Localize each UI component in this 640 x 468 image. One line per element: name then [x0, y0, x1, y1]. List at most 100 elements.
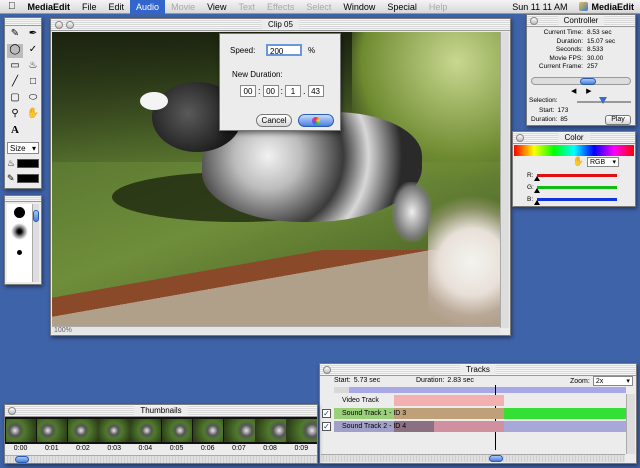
lasso-tool-icon[interactable]: ◯	[7, 44, 23, 58]
controller-scrubber[interactable]	[531, 77, 631, 85]
channel-thumb-icon[interactable]	[534, 199, 540, 205]
thumbnail-frame[interactable]	[5, 419, 37, 442]
fill-color-swatch[interactable]	[17, 159, 39, 168]
menu-view[interactable]: View	[201, 0, 232, 14]
thumbnail-frame[interactable]	[255, 419, 286, 442]
close-box-icon[interactable]	[323, 366, 331, 374]
duration-minutes[interactable]: 00	[262, 85, 279, 97]
oval-tool-icon[interactable]: ⬭	[25, 92, 41, 106]
selection-thumb-icon[interactable]	[599, 97, 607, 104]
eraser-tool-icon[interactable]: ▭	[7, 60, 23, 74]
track-enable-checkbox[interactable]: ✓	[322, 408, 331, 418]
thumbnail-frame[interactable]	[286, 419, 317, 442]
text-tool-icon[interactable]: A	[7, 124, 23, 138]
thumbnail-frame[interactable]	[67, 419, 99, 442]
duration-seconds[interactable]: 1	[285, 85, 302, 97]
menu-file[interactable]: File	[76, 0, 103, 14]
tracks-titlebar[interactable]: Tracks	[320, 364, 636, 376]
rounded-rect-tool-icon[interactable]: ▢	[7, 92, 23, 106]
thumbnails-scroll-thumb[interactable]	[15, 456, 29, 463]
track-row[interactable]: ✓ Sound Track 2 - ID 4	[322, 420, 626, 432]
stroke-color-swatch[interactable]	[16, 174, 39, 183]
thumbnail-frame[interactable]	[36, 419, 68, 442]
track-lane[interactable]: Video Track	[334, 394, 626, 406]
brush-soft-icon[interactable]	[11, 223, 28, 240]
tracks-horizontal-scrollbar[interactable]	[321, 454, 625, 462]
scrubber-thumb[interactable]	[580, 78, 596, 85]
menu-select[interactable]: Select	[300, 0, 337, 14]
selection-duration-value[interactable]: 85	[560, 116, 567, 123]
menu-app-name[interactable]: MediaEdit	[22, 0, 77, 14]
close-box-icon[interactable]	[516, 134, 524, 142]
cancel-button[interactable]: Cancel	[256, 114, 292, 127]
brush-large-icon[interactable]	[14, 207, 25, 218]
close-box-icon[interactable]	[8, 407, 16, 415]
thumbnails-horizontal-scrollbar[interactable]	[5, 455, 317, 463]
track-lane[interactable]: Sound Track 1 - ID 3	[334, 407, 626, 419]
step-forward-icon[interactable]: ▶	[586, 88, 591, 95]
controller-titlebar[interactable]: Controller	[527, 15, 635, 27]
apple-menu-icon[interactable]: 	[0, 0, 22, 14]
duration-hours[interactable]: 00	[240, 85, 256, 97]
tracks-start-value[interactable]: 5.73 sec	[354, 377, 380, 384]
thumbnail-frame[interactable]	[130, 419, 162, 442]
selection-slider[interactable]	[577, 97, 631, 104]
menu-edit[interactable]: Edit	[103, 0, 131, 14]
color-mode-popup[interactable]: RGB ▾	[587, 156, 619, 167]
menu-effects[interactable]: Effects	[261, 0, 300, 14]
thumbnails-titlebar[interactable]: Thumbnails	[5, 405, 317, 417]
tracks-scroll-thumb[interactable]	[489, 455, 503, 462]
menu-help[interactable]: Help	[423, 0, 454, 14]
color-spectrum[interactable]	[514, 145, 634, 156]
track-enable-checkbox[interactable]: ✓	[322, 421, 331, 431]
bucket-tool-icon[interactable]: ♨	[25, 60, 41, 74]
zoom-tool-icon[interactable]: ⚲	[7, 108, 23, 122]
pencil-tool-icon[interactable]: ✎	[7, 28, 23, 42]
close-box-icon[interactable]	[55, 21, 63, 29]
play-button[interactable]: Play	[605, 115, 631, 125]
channel-slider[interactable]	[534, 197, 617, 205]
clip-vertical-scrollbar[interactable]	[500, 32, 509, 328]
thumbnail-frame[interactable]	[223, 419, 255, 442]
track-row[interactable]: ✓ Sound Track 1 - ID 3	[322, 407, 626, 419]
brush-tool-icon[interactable]: ✒	[25, 28, 41, 42]
channel-slider[interactable]	[534, 173, 617, 181]
menu-movie[interactable]: Movie	[165, 0, 201, 14]
close-box-icon[interactable]	[530, 17, 538, 25]
hand-tool-icon[interactable]: ✋	[25, 108, 41, 122]
track-row[interactable]: Video Track	[322, 394, 626, 406]
rectangle-tool-icon[interactable]: □	[25, 76, 41, 90]
timeline-ruler[interactable]	[334, 387, 626, 393]
ok-button[interactable]	[298, 114, 334, 127]
line-tool-icon[interactable]: ╱	[7, 76, 23, 90]
tracks-duration-value[interactable]: 2.83 sec	[447, 377, 473, 384]
track-enable-checkbox[interactable]	[322, 396, 331, 405]
channel-slider[interactable]	[534, 185, 617, 193]
thumbnail-frame[interactable]	[192, 419, 224, 442]
brush-scrollbar[interactable]	[32, 204, 39, 282]
zoom-level[interactable]: 100%	[54, 327, 72, 334]
menu-window[interactable]: Window	[337, 0, 381, 14]
clip-titlebar[interactable]: Clip 05	[51, 19, 510, 31]
brush-small-icon[interactable]	[17, 250, 22, 255]
menu-audio[interactable]: Audio	[130, 0, 166, 14]
thumbnail-frame[interactable]	[161, 419, 193, 442]
menu-clock[interactable]: Sun 11 11 AM	[506, 0, 573, 14]
track-lane[interactable]: Sound Track 2 - ID 4	[334, 420, 626, 432]
eyedropper-tool-icon[interactable]: ✓	[25, 44, 41, 58]
menu-text[interactable]: Text	[232, 0, 261, 14]
size-popup[interactable]: Size ▾	[7, 142, 39, 154]
selection-start-value[interactable]: 173	[558, 107, 569, 114]
thumbnail-frame[interactable]	[99, 419, 130, 442]
tracks-zoom-popup[interactable]: 2x ▾	[592, 376, 633, 386]
channel-thumb-icon[interactable]	[534, 175, 540, 181]
speed-input[interactable]: 200	[266, 44, 302, 56]
menu-special[interactable]: Special	[381, 0, 423, 14]
brush-scroll-thumb[interactable]	[33, 210, 39, 222]
tracks-vertical-scrollbar[interactable]	[626, 394, 635, 454]
color-titlebar[interactable]: Color	[513, 132, 635, 144]
duration-frames[interactable]: 43	[307, 85, 324, 97]
channel-thumb-icon[interactable]	[534, 187, 540, 193]
step-back-icon[interactable]: ◀	[571, 88, 576, 95]
application-menu[interactable]: MediaEdit	[573, 0, 640, 14]
